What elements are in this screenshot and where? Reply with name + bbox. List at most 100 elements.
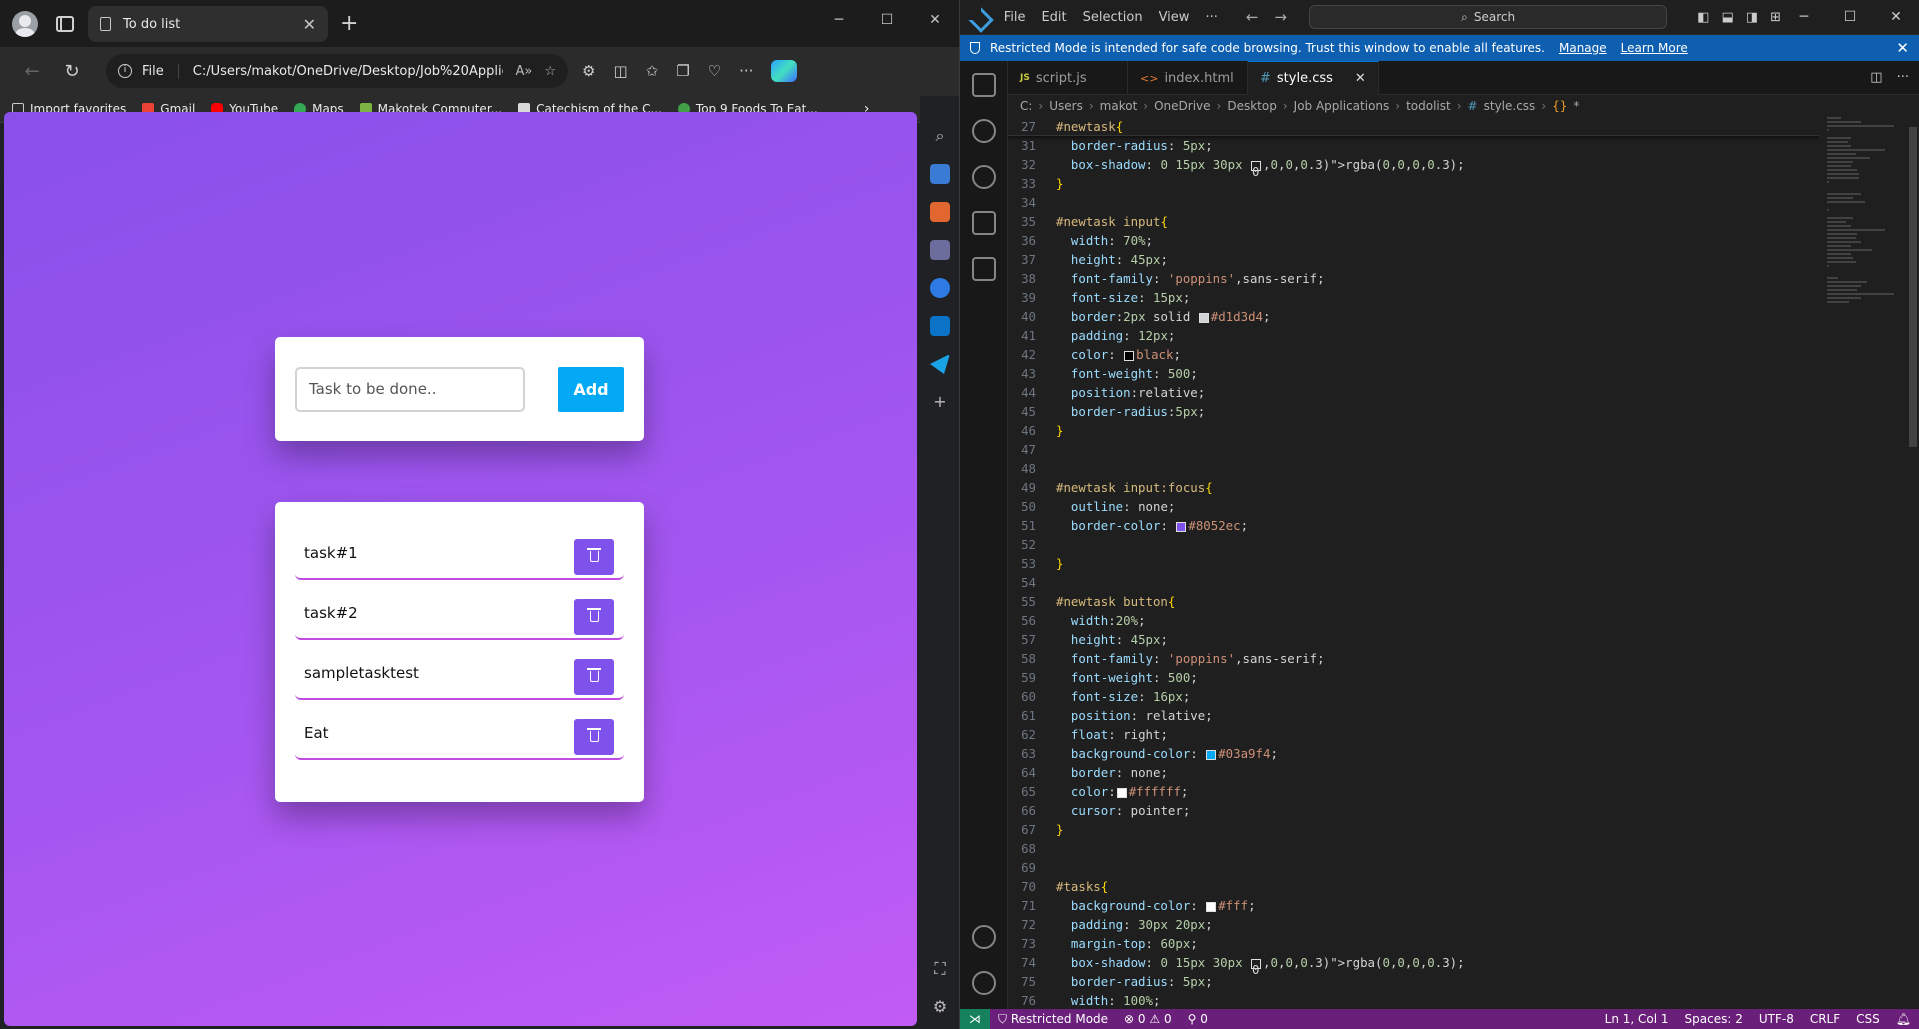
customize-layout-icon[interactable]: ⊞ bbox=[1770, 10, 1781, 25]
banner-learn-more-link[interactable]: Learn More bbox=[1621, 41, 1688, 55]
code-line[interactable]: 72 padding: 30px 20px; bbox=[1008, 915, 1819, 934]
code-line[interactable]: 56 width:20%; bbox=[1008, 611, 1819, 630]
sidebar-search-icon[interactable]: ⌕ bbox=[936, 126, 945, 146]
go-forward-icon[interactable]: → bbox=[1274, 8, 1287, 26]
search-view-icon[interactable] bbox=[972, 119, 996, 143]
more-actions-icon[interactable]: ··· bbox=[1897, 70, 1909, 85]
minimize-icon[interactable]: ─ bbox=[815, 0, 863, 40]
code-line[interactable]: 32 box-shadow: 0 15px 30px 0,0,0,0.3)">r… bbox=[1008, 155, 1819, 179]
code-line[interactable]: 59 font-weight: 500; bbox=[1008, 668, 1819, 687]
split-editor-icon[interactable]: ◫ bbox=[1870, 70, 1882, 85]
code-line[interactable]: 46} bbox=[1008, 421, 1819, 440]
manage-gear-icon[interactable] bbox=[972, 971, 996, 995]
code-line[interactable]: 43 font-weight: 500; bbox=[1008, 364, 1819, 383]
close-tab-icon[interactable]: ✕ bbox=[303, 15, 316, 34]
breadcrumb-item[interactable]: Users bbox=[1049, 99, 1083, 113]
code-line[interactable]: 49 #newtask input:focus{ bbox=[1008, 478, 1819, 497]
code-line[interactable]: 48 bbox=[1008, 459, 1819, 478]
favorite-star-icon[interactable]: ☆ bbox=[544, 64, 556, 79]
profile-avatar-icon[interactable] bbox=[12, 10, 38, 37]
code-line[interactable]: 34 bbox=[1008, 193, 1819, 212]
go-back-icon[interactable]: ← bbox=[1246, 8, 1259, 26]
breadcrumb-item[interactable]: todolist bbox=[1406, 99, 1451, 113]
code-line[interactable]: 65 color: #ffffff; bbox=[1008, 782, 1819, 801]
tab-script-js[interactable]: JS script.js bbox=[1008, 61, 1128, 95]
shopping-icon[interactable] bbox=[930, 164, 950, 184]
code-line[interactable]: 66 cursor: pointer; bbox=[1008, 801, 1819, 820]
url-path[interactable]: C:/Users/makot/OneDrive/Desktop/Job%20Ap… bbox=[193, 64, 504, 79]
workspaces-icon[interactable] bbox=[56, 15, 74, 32]
code-line[interactable]: 33} bbox=[1008, 174, 1819, 193]
delete-task-button[interactable] bbox=[574, 719, 614, 755]
command-center-search[interactable]: ⌕ Search bbox=[1309, 5, 1668, 29]
scrollbar-thumb[interactable] bbox=[1909, 127, 1917, 447]
code-line[interactable]: 67} bbox=[1008, 820, 1819, 839]
browser-tab[interactable]: To do list ✕ bbox=[88, 6, 328, 42]
extensions-icon[interactable]: ⚙ bbox=[582, 62, 595, 80]
outlook-icon[interactable] bbox=[930, 316, 950, 336]
run-debug-icon[interactable] bbox=[972, 211, 996, 235]
favorites-icon[interactable]: ✩ bbox=[646, 62, 659, 80]
status-language[interactable]: CSS bbox=[1848, 1012, 1888, 1026]
editor-scrollbar[interactable] bbox=[1907, 117, 1919, 1009]
toggle-panel-icon[interactable]: ⬓ bbox=[1722, 10, 1734, 25]
code-line[interactable]: 38 font-family: 'poppins',sans-serif; bbox=[1008, 269, 1819, 288]
new-tab-icon[interactable]: + bbox=[340, 11, 358, 36]
toggle-secondary-sidebar-icon[interactable]: ◨ bbox=[1746, 10, 1758, 25]
collections-icon[interactable]: ❐ bbox=[676, 62, 689, 80]
status-problems[interactable]: ⊗ 0 ⚠ 0 bbox=[1116, 1012, 1180, 1026]
status-eol[interactable]: CRLF bbox=[1802, 1012, 1848, 1026]
code-line[interactable]: 52 bbox=[1008, 535, 1819, 554]
send-icon[interactable] bbox=[930, 354, 950, 374]
status-cursor-position[interactable]: Ln 1, Col 1 bbox=[1597, 1012, 1677, 1026]
status-indentation[interactable]: Spaces: 2 bbox=[1677, 1012, 1751, 1026]
code-line[interactable]: 51 border-color: #8052ec; bbox=[1008, 516, 1819, 535]
source-control-icon[interactable] bbox=[972, 165, 996, 189]
tab-index-html[interactable]: <> index.html bbox=[1128, 61, 1248, 95]
code-line[interactable]: 62 float: right; bbox=[1008, 725, 1819, 744]
accounts-icon[interactable] bbox=[972, 925, 996, 949]
code-line[interactable]: 71 background-color: #fff; bbox=[1008, 896, 1819, 915]
code-line[interactable]: 70 #tasks{ bbox=[1008, 877, 1819, 896]
sidebar-settings-icon[interactable]: ⚙ bbox=[933, 997, 947, 1016]
menu-file[interactable]: File bbox=[1004, 10, 1026, 25]
extensions-view-icon[interactable] bbox=[972, 257, 996, 281]
code-line[interactable]: 64 border: none; bbox=[1008, 763, 1819, 782]
task-input[interactable]: Task to be done.. bbox=[295, 367, 525, 412]
code-line[interactable]: 58 font-family: 'poppins',sans-serif; bbox=[1008, 649, 1819, 668]
code-line[interactable]: 60 font-size: 16px; bbox=[1008, 687, 1819, 706]
code-line[interactable]: 40 border:2px solid #d1d3d4; bbox=[1008, 307, 1819, 326]
code-line[interactable]: 47 bbox=[1008, 440, 1819, 459]
copilot-sidebar-icon[interactable] bbox=[930, 278, 950, 298]
menu-view[interactable]: View bbox=[1159, 10, 1190, 25]
close-banner-icon[interactable]: ✕ bbox=[1896, 39, 1909, 57]
code-line[interactable]: 68 bbox=[1008, 839, 1819, 858]
maximize-icon[interactable]: ☐ bbox=[863, 0, 911, 40]
code-line[interactable]: 39 font-size: 15px; bbox=[1008, 288, 1819, 307]
notifications-icon[interactable]: 🔔︎ bbox=[1888, 1012, 1919, 1026]
code-line[interactable]: 37 height: 45px; bbox=[1008, 250, 1819, 269]
add-button[interactable]: Add bbox=[558, 367, 624, 412]
close-window-icon[interactable]: ✕ bbox=[911, 0, 959, 40]
code-line[interactable]: 53} bbox=[1008, 554, 1819, 573]
code-line[interactable]: 61 position: relative; bbox=[1008, 706, 1819, 725]
tools-icon[interactable] bbox=[930, 202, 950, 222]
code-line[interactable]: 27 #newtask{ bbox=[1008, 117, 1819, 136]
code-line[interactable]: 45 border-radius:5px; bbox=[1008, 402, 1819, 421]
toggle-sidebar-icon[interactable]: ◧ bbox=[1697, 10, 1709, 25]
code-line[interactable]: 63 background-color: #03a9f4; bbox=[1008, 744, 1819, 763]
code-line[interactable]: 31 border-radius: 5px; bbox=[1008, 136, 1819, 155]
copilot-icon[interactable] bbox=[771, 60, 798, 82]
minimize-icon[interactable]: ─ bbox=[1781, 9, 1827, 25]
banner-manage-link[interactable]: Manage bbox=[1559, 41, 1607, 55]
close-window-icon[interactable]: ✕ bbox=[1873, 9, 1919, 25]
code-line[interactable]: 57 height: 45px; bbox=[1008, 630, 1819, 649]
explorer-icon[interactable] bbox=[972, 73, 996, 97]
minimap[interactable] bbox=[1827, 117, 1907, 1009]
code-line[interactable]: 74 box-shadow: 0 15px 30px 0,0,0,0.3)">r… bbox=[1008, 953, 1819, 977]
breadcrumb-item[interactable]: Job Applications bbox=[1294, 99, 1390, 113]
code-editor[interactable]: 27 #newtask{31 border-radius: 5px; 32 box-… bbox=[1008, 117, 1819, 1009]
add-sidebar-app-icon[interactable]: + bbox=[933, 392, 946, 411]
code-line[interactable]: 41 padding: 12px; bbox=[1008, 326, 1819, 345]
code-line[interactable]: 44 position:relative; bbox=[1008, 383, 1819, 402]
